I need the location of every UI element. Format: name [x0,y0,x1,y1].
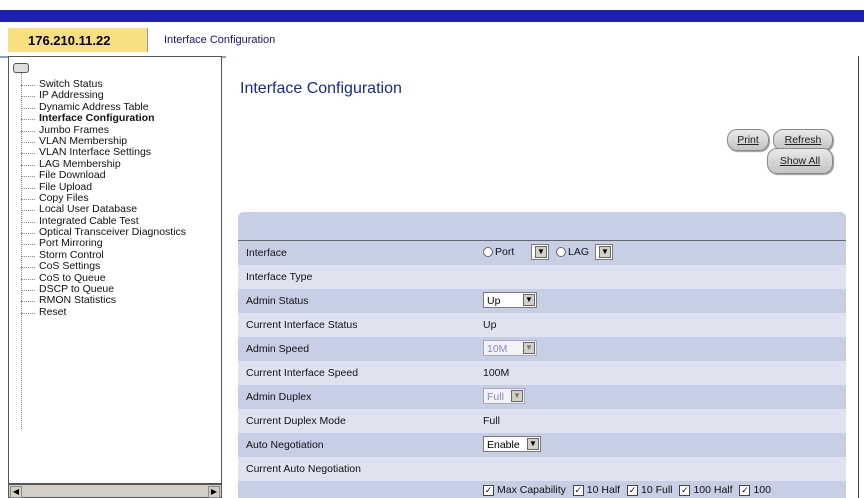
row-admin-status: Admin Status Up ▼ [238,289,846,313]
sidebar-horizontal-scrollbar[interactable]: ◀ ▶ [8,484,222,498]
interface-controls: Port [483,246,514,258]
chevron-down-icon: ▼ [523,294,535,306]
admin-speed-select[interactable]: 10M ▼ [483,340,537,356]
row-capabilities: ✓ Max Capability ✓ 10 Half ✓ 10 Full ✓ 100 H… [238,481,846,498]
row-interface-type: Interface Type [238,265,846,289]
chevron-down-icon: ▼ [599,246,611,258]
interface-label: Interface [246,247,287,259]
admin-status-value: Up [487,295,501,307]
row-interface: Interface Port ▼ LAG ▼ [238,241,846,265]
tree-root-icon[interactable] [13,63,29,73]
admin-status-select[interactable]: Up ▼ [483,292,537,308]
current-status-value: Up [483,319,497,331]
current-speed-value: 100M [483,367,510,379]
interface-config-panel: Interface Port ▼ LAG ▼ Interface Type Ad… [238,212,846,498]
capability-label: 100 [753,484,771,496]
row-auto-negotiation: Auto Negotiation Enable ▼ [238,433,846,457]
main-vertical-scrollbar[interactable] [858,56,859,498]
sidebar-item-interface-configuration[interactable]: Interface Configuration [21,112,186,124]
auto-negotiation-select[interactable]: Enable ▼ [483,436,541,452]
sidebar-menu: Switch Status IP Addressing Dynamic Addr… [21,78,186,318]
current-auto-negotiation-label: Current Auto Negotiation [246,463,361,475]
auto-negotiation-value: Enable [487,439,520,451]
row-current-auto-negotiation: Current Auto Negotiation [238,457,846,481]
page-title: Interface Configuration [240,80,402,97]
sidebar-tree: Switch Status IP Addressing Dynamic Addr… [8,56,222,484]
lag-controls: LAG [556,246,589,258]
chevron-down-icon: ▼ [535,246,547,258]
lag-label: LAG [568,246,590,258]
100-checkbox[interactable]: ✓ [739,484,751,496]
admin-status-label: Admin Status [246,295,309,307]
top-blue-strip [0,10,864,22]
scroll-right-icon[interactable]: ▶ [208,486,220,498]
current-status-label: Current Interface Status [246,319,358,331]
port-label: Port [495,246,515,258]
current-speed-label: Current Interface Speed [246,367,359,379]
row-current-duplex: Current Duplex Mode Full [238,409,846,433]
capability-label: 100 Half [693,484,733,496]
lag-select[interactable]: ▼ [595,244,613,260]
sidebar-item-file-download[interactable]: File Download [21,169,186,181]
chevron-down-icon: ▼ [527,438,539,450]
capability-label: 10 Half [586,484,621,496]
sidebar-item-cos-settings[interactable]: CoS Settings [21,260,186,272]
admin-speed-label: Admin Speed [246,343,310,355]
chevron-down-icon: ▼ [511,390,523,402]
sidebar-item-local-user-database[interactable]: Local User Database [21,203,186,215]
print-button[interactable]: Print [727,129,769,151]
10-half-checkbox[interactable]: ✓ [572,484,584,496]
chevron-down-icon: ▼ [523,342,535,354]
show-all-button[interactable]: Show All [767,148,833,174]
capability-label: Max Capability [497,484,566,496]
lag-radio[interactable] [556,247,566,258]
capabilities-list: ✓ Max Capability ✓ 10 Half ✓ 10 Full ✓ 100 H… [483,484,771,496]
row-current-speed: Current Interface Speed 100M [238,361,846,385]
admin-duplex-label: Admin Duplex [246,391,312,403]
admin-speed-value: 10M [487,343,508,355]
top-bar [0,0,864,22]
max-capability-checkbox[interactable]: ✓ [483,484,494,496]
current-duplex-value: Full [483,415,500,427]
row-current-status: Current Interface Status Up [238,313,846,337]
device-ip-address: 176.210.11.22 [8,28,148,52]
auto-negotiation-label: Auto Negotiation [246,439,324,451]
header: 176.210.11.22 Interface Configuration [0,22,864,58]
capability-label: 10 Full [641,484,673,496]
interface-type-label: Interface Type [246,271,313,283]
scroll-left-icon[interactable]: ◀ [10,486,22,498]
row-admin-speed: Admin Speed 10M ▼ [238,337,846,361]
port-radio[interactable] [483,247,493,258]
port-select[interactable]: ▼ [531,244,549,260]
current-duplex-label: Current Duplex Mode [246,415,346,427]
sidebar-item-reset[interactable]: Reset [21,306,186,318]
admin-duplex-select[interactable]: Full ▼ [483,388,525,404]
10-full-checkbox[interactable]: ✓ [627,484,638,496]
100-half-checkbox[interactable]: ✓ [679,484,691,496]
admin-duplex-value: Full [487,391,504,403]
row-admin-duplex: Admin Duplex Full ▼ [238,385,846,409]
header-section-title: Interface Configuration [164,34,276,46]
